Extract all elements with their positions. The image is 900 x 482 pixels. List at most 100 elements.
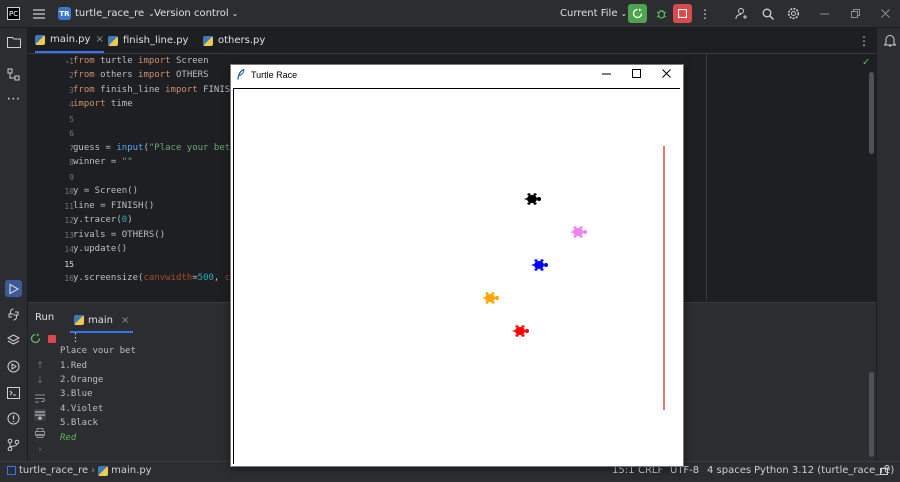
turtle-1 — [524, 193, 541, 205]
services-icon[interactable] — [5, 358, 22, 375]
code-line: from turtle import Screen — [73, 56, 209, 66]
more-icon[interactable]: ⋮ — [70, 331, 81, 344]
code-line: rivals = OTHERS() — [73, 230, 166, 240]
tab-finish-line-py[interactable]: finish_line.py — [108, 28, 188, 53]
git-icon[interactable] — [5, 436, 22, 453]
console-line: 4.Violet — [60, 404, 104, 414]
stop-icon[interactable] — [48, 335, 56, 343]
more-icon[interactable]: ⋮ — [699, 4, 711, 23]
project-name: turtle_race_re — [75, 8, 145, 19]
python-interpreter[interactable]: Python 3.12 (turtle_race_re) — [754, 465, 894, 476]
chevron-down-icon: ⌄ — [231, 9, 239, 18]
fold-icon[interactable]: ⌄ — [64, 56, 71, 65]
code-line: line = FINISH() — [73, 201, 155, 211]
search-icon[interactable] — [760, 4, 776, 23]
debug-icon — [656, 9, 666, 19]
turtle-5 — [512, 325, 529, 337]
breadcrumb-project[interactable]: turtle_race_re — [19, 465, 88, 476]
run-tool-icon[interactable] — [5, 280, 22, 297]
expand-icon[interactable]: › — [34, 444, 46, 456]
print-icon[interactable] — [34, 427, 46, 439]
line-number: 15 — [64, 260, 74, 269]
console-line: 1.Red — [60, 361, 88, 371]
add-user-icon[interactable] — [733, 4, 749, 23]
maximize-icon[interactable] — [632, 69, 641, 78]
minimize-icon[interactable] — [818, 4, 830, 23]
soft-wrap-icon[interactable] — [34, 392, 46, 404]
turtle-window-titlebar[interactable]: Turtle Race — [231, 65, 683, 85]
project-tool-icon[interactable] — [5, 33, 22, 50]
debug-button[interactable] — [653, 4, 669, 23]
code-line: from finish_line import FINISH — [73, 85, 236, 95]
run-tab-main[interactable]: main × — [70, 309, 134, 333]
line-number: 5 — [69, 115, 74, 124]
line-number: 9 — [69, 173, 74, 182]
lock-icon[interactable] — [880, 465, 890, 475]
code-line: import time — [73, 99, 133, 109]
indent-setting[interactable]: 4 spaces — [707, 465, 751, 476]
tab-options-icon[interactable]: ⋮ — [858, 28, 870, 53]
module-icon — [7, 466, 16, 475]
scroll-to-end-icon[interactable] — [34, 409, 46, 421]
project-badge: TR — [58, 7, 71, 20]
close-tab-icon[interactable]: × — [121, 315, 129, 326]
rerun-icon[interactable] — [30, 333, 41, 344]
run-panel-title: Run — [35, 312, 55, 323]
line-number: 8 — [69, 158, 74, 167]
restore-icon[interactable] — [849, 4, 861, 23]
notifications-icon[interactable] — [881, 32, 898, 49]
right-margin-guide — [706, 54, 707, 301]
breadcrumb-file[interactable]: main.py — [111, 465, 151, 476]
layers-icon[interactable] — [5, 332, 22, 349]
svg-text:PC: PC — [9, 10, 18, 18]
line-number: 12 — [64, 216, 74, 225]
breadcrumb: turtle_race_re › main.py — [7, 465, 152, 476]
close-tab-icon[interactable]: × — [95, 34, 103, 45]
more-tools-icon[interactable]: ⋯ — [5, 90, 22, 107]
editor-scrollbar[interactable] — [869, 72, 874, 154]
console-line: 5.Black — [60, 418, 98, 428]
scroll-down-icon[interactable]: ↓ — [34, 375, 46, 387]
project-selector[interactable]: TR turtle_race_re ⌄ — [58, 4, 155, 23]
stop-button[interactable] — [673, 4, 692, 23]
terminal-icon[interactable] — [5, 384, 22, 401]
title-bar: PC TR turtle_race_re ⌄ Version control ⌄… — [0, 0, 900, 28]
python-file-icon — [108, 35, 118, 46]
scroll-up-icon[interactable]: ↑ — [34, 360, 46, 372]
console-line: Place your bet — [60, 346, 136, 353]
line-number: 13 — [64, 231, 74, 240]
python-file-icon — [35, 34, 45, 45]
line-number: 14 — [64, 245, 74, 254]
run-config-selector[interactable]: Current File ⌄ — [560, 4, 627, 23]
settings-icon[interactable] — [785, 4, 801, 23]
line-number: 2 — [69, 71, 74, 80]
console-line: 2.Orange — [60, 375, 104, 385]
turtle-canvas[interactable] — [233, 88, 680, 464]
tab-label: finish_line.py — [123, 35, 189, 46]
tab-others-py[interactable]: others.py — [203, 28, 265, 53]
run-icon — [632, 8, 643, 19]
race-drawing — [482, 146, 665, 410]
python-file-icon — [203, 35, 213, 46]
line-number: 16 — [64, 274, 74, 283]
minimize-icon[interactable] — [602, 69, 611, 78]
code-line: from others import OTHERS — [73, 70, 209, 80]
close-icon[interactable] — [662, 69, 671, 78]
run-tab-label: main — [88, 314, 113, 326]
close-icon[interactable] — [879, 4, 891, 23]
stop-icon — [678, 9, 687, 18]
python-packages-icon[interactable] — [5, 306, 22, 323]
rerun-button[interactable] — [628, 4, 647, 23]
structure-tool-icon[interactable] — [5, 66, 22, 83]
right-tool-strip — [876, 28, 900, 461]
console-scrollbar[interactable] — [869, 372, 874, 457]
hamburger-menu-icon[interactable] — [32, 4, 46, 23]
app-logo-icon[interactable]: PC — [6, 4, 21, 23]
problems-icon[interactable] — [5, 410, 22, 427]
chevron-down-icon: ⌄ — [620, 9, 628, 18]
line-number: 4 — [69, 100, 74, 109]
turtle-3 — [531, 259, 548, 271]
tab-main-py[interactable]: main.py × — [35, 28, 104, 53]
tab-label: main.py — [50, 34, 91, 45]
vcs-menu[interactable]: Version control ⌄ — [154, 4, 238, 23]
